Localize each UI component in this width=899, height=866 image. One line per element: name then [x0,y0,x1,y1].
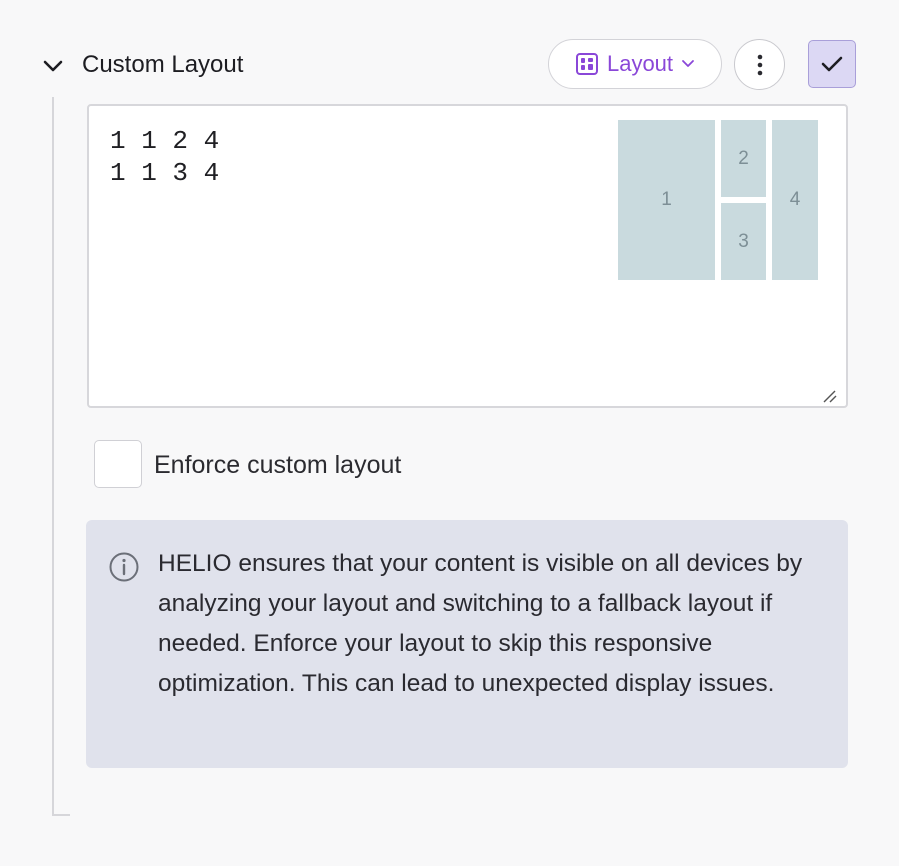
resize-handle[interactable] [818,386,840,404]
layout-code[interactable]: 1 1 2 4 1 1 3 4 [110,125,219,189]
more-vertical-icon [757,54,762,75]
preview-cell-3: 3 [721,203,766,280]
info-text: HELIO ensures that your content is visib… [158,550,803,697]
tree-line [52,97,54,816]
preview-cell-2: 2 [721,120,766,197]
section-title: Custom Layout [82,51,244,78]
chevron-down-icon [682,60,694,67]
collapse-toggle[interactable] [40,54,66,78]
layout-button-label: Layout [606,51,674,76]
more-options-button[interactable] [734,39,785,90]
enforce-layout-label[interactable]: Enforce custom layout [154,448,401,482]
info-icon [109,552,139,582]
confirm-button[interactable] [808,40,856,88]
layout-editor[interactable]: 1 1 2 4 1 1 3 4 1 2 3 4 [87,104,848,408]
layout-preview: 1 2 3 4 [618,120,819,282]
preview-cell-1: 1 [618,120,715,280]
enforce-layout-checkbox[interactable] [94,440,142,488]
layout-grid-icon [575,53,598,75]
info-box: HELIO ensures that your content is visib… [86,520,848,768]
layout-button[interactable]: Layout [548,39,722,89]
chevron-down-icon [43,60,63,72]
preview-cell-4: 4 [772,120,818,280]
checkmark-icon [821,56,843,72]
tree-line-end [52,814,70,816]
